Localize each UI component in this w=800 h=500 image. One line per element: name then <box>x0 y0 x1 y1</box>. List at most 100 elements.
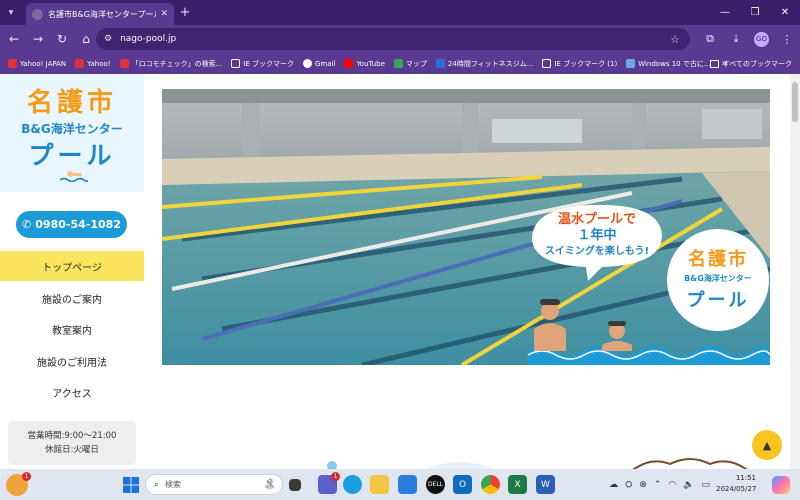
profile-avatar[interactable]: GO <box>754 31 769 47</box>
weather-widget-icon[interactable]: 1 <box>6 472 31 496</box>
close-tab-icon[interactable]: ✕ <box>160 9 168 19</box>
notification-badge: 1 <box>22 472 31 481</box>
battery-icon[interactable]: ▭ <box>701 480 710 490</box>
folder-icon <box>709 59 719 68</box>
logo-city-text: 名護市 <box>26 88 117 118</box>
bubble-line-2: １年中 <box>577 228 617 243</box>
excel-icon[interactable]: X <box>508 475 527 494</box>
edge-icon[interactable] <box>343 475 362 494</box>
logo-pool-text: プール <box>28 141 116 170</box>
yahoo-icon <box>75 59 85 68</box>
opening-hours-text: 営業時間:9:00〜21:00 <box>27 431 117 441</box>
all-bookmarks-folder[interactable]: すべてのブックマーク <box>709 53 792 74</box>
back-button[interactable]: ← <box>2 27 26 51</box>
tray-close-circle-icon[interactable]: ⊗ <box>639 480 647 490</box>
closed-day-text: 休館日:火曜日 <box>45 445 99 455</box>
windows-page-icon <box>626 59 636 68</box>
bookmark-folder-ie-1[interactable]: IE ブックマーク (1) <box>542 59 617 69</box>
badge-center-text: B&G海洋センター <box>684 274 752 283</box>
forward-button[interactable]: → <box>26 27 50 51</box>
task-view-icon[interactable] <box>289 479 301 491</box>
bookmark-maps[interactable]: マップ <box>393 59 427 69</box>
extensions-icon[interactable]: ⧉ <box>697 25 723 53</box>
yahoo-icon <box>8 59 17 68</box>
folder-icon <box>542 59 552 68</box>
outlook-icon[interactable]: O <box>453 475 472 494</box>
bookmarks-bar: Yahoo! JAPAN Yahoo! 「ロコモチェック」の検索... IE ブ… <box>0 53 800 74</box>
restore-icon[interactable]: ❐ <box>740 0 770 25</box>
folder-icon <box>231 59 241 68</box>
taskbar-search-box[interactable]: ⌕ 検索 🏝 <box>145 474 283 495</box>
phone-icon: ✆ <box>22 218 32 231</box>
speaker-icon[interactable]: 🔈 <box>683 480 694 490</box>
web-page: 名護市 B&G海洋センター プール ✆ 0980-54-1082 トップページ … <box>0 74 800 469</box>
site-info-icon[interactable]: ⚙ <box>104 34 112 44</box>
tray-app-icon[interactable]: ⛭ <box>625 480 632 490</box>
maps-icon <box>393 59 403 68</box>
search-result-icon <box>119 59 129 68</box>
nav-facility-guide[interactable]: 施設のご案内 <box>0 283 144 313</box>
logo-center-text: B&G海洋センター <box>21 122 123 136</box>
download-icon[interactable]: ⤓ <box>723 25 749 53</box>
hero-pool-image: 温水プールで １年中 スイミングを楽しもう! 名護市 B&G海洋センター プール <box>162 89 770 365</box>
search-icon: ⌕ <box>154 479 160 490</box>
phone-number: 0980-54-1082 <box>35 218 121 231</box>
bookmark-yahoo-japan[interactable]: Yahoo! JAPAN <box>8 59 66 68</box>
browser-tab-active[interactable]: 名護市B&G海洋センタープール | 沖 ✕ <box>26 3 174 25</box>
bookmark-fitness-gym[interactable]: 24時間フィットネスジム... <box>435 59 533 69</box>
bookmark-folder-ie[interactable]: IE ブックマーク <box>231 59 294 69</box>
windows-start-icon[interactable] <box>121 475 140 494</box>
new-tab-button[interactable]: + <box>174 0 196 25</box>
store-icon[interactable] <box>398 475 417 494</box>
nav-top-page[interactable]: トップページ <box>0 251 144 281</box>
tray-overflow-icon[interactable]: ⌃ <box>654 480 662 490</box>
tray-cloud-icon[interactable]: ☁ <box>609 480 618 490</box>
swimmer-icon <box>60 171 88 182</box>
close-window-icon[interactable]: ✕ <box>770 0 800 25</box>
word-icon[interactable]: W <box>536 475 555 494</box>
phone-call-button[interactable]: ✆ 0980-54-1082 <box>16 211 127 238</box>
bookmark-windows10[interactable]: Windows 10 で古に... <box>626 59 711 69</box>
taskbar-clock[interactable]: 11:51 2024/05/27 <box>716 473 756 495</box>
bookmark-yahoo[interactable]: Yahoo! <box>75 59 111 68</box>
browser-toolbar: ← → ↻ ⌂ ⚙ nago-pool.jp ☆ ⧉ ⤓ GO ⋮ <box>0 25 800 53</box>
nav-access[interactable]: アクセス <box>0 377 144 407</box>
bubble-line-1: 温水プールで <box>557 212 636 227</box>
badge-city-text: 名護市 <box>688 249 748 270</box>
decorative-footer-shapes <box>327 458 748 469</box>
copilot-icon[interactable] <box>772 476 790 494</box>
scrollbar-thumb[interactable] <box>792 82 798 122</box>
url-text[interactable]: nago-pool.jp <box>120 34 176 44</box>
bookmark-star-icon[interactable]: ☆ <box>670 33 680 46</box>
youtube-icon <box>344 59 354 68</box>
toolbar-right: ⧉ ⤓ GO ⋮ <box>697 25 800 53</box>
bookmark-youtube[interactable]: YouTube <box>344 59 385 68</box>
bookmark-gmail[interactable]: Gmail <box>303 59 335 68</box>
minimize-icon[interactable]: — <box>710 0 740 25</box>
chrome-icon[interactable] <box>481 475 500 494</box>
search-highlight-icon: 🏝 <box>263 479 276 490</box>
dell-icon[interactable]: DELL <box>426 475 445 494</box>
system-tray: ☁ ⛭ ⊗ ⌃ ◠ 🔈 ▭ <box>602 469 710 500</box>
wifi-icon[interactable]: ◠ <box>668 480 676 490</box>
menu-kebab-icon[interactable]: ⋮ <box>774 25 800 53</box>
file-explorer-icon[interactable] <box>370 475 389 494</box>
scroll-to-top-button[interactable]: ▲ <box>752 430 782 460</box>
bookmark-locomo-check[interactable]: 「ロコモチェック」の検索... <box>119 59 222 69</box>
page-scrollbar[interactable] <box>790 74 800 469</box>
chat-icon[interactable]: 1 <box>318 472 340 494</box>
business-hours-box: 営業時間:9:00〜21:00 休館日:火曜日 <box>8 421 136 465</box>
address-bar[interactable]: ⚙ nago-pool.jp ☆ <box>96 28 690 50</box>
nav-classes[interactable]: 教室案内 <box>0 314 144 344</box>
windows-taskbar: 1 ⌕ 検索 🏝 1 DELL O X W ☁ ⛭ ⊗ ⌃ ◠ 🔈 ▭ 11:5… <box>0 469 800 500</box>
reload-button[interactable]: ↻ <box>50 27 74 51</box>
hero-bubble-text: 温水プールで １年中 スイミングを楽しもう! <box>532 212 662 260</box>
nav-how-to-use[interactable]: 施設のご利用法 <box>0 346 144 376</box>
chat-badge: 1 <box>331 472 340 481</box>
home-icon[interactable]: ⌂ <box>74 27 98 51</box>
tab-search-icon[interactable]: ▾ <box>0 0 22 25</box>
bubble-line-3: スイミングを楽しもう! <box>544 246 650 257</box>
google-icon <box>303 59 312 68</box>
site-favicon-icon <box>32 8 43 20</box>
site-logo[interactable]: 名護市 B&G海洋センター プール <box>0 74 144 192</box>
